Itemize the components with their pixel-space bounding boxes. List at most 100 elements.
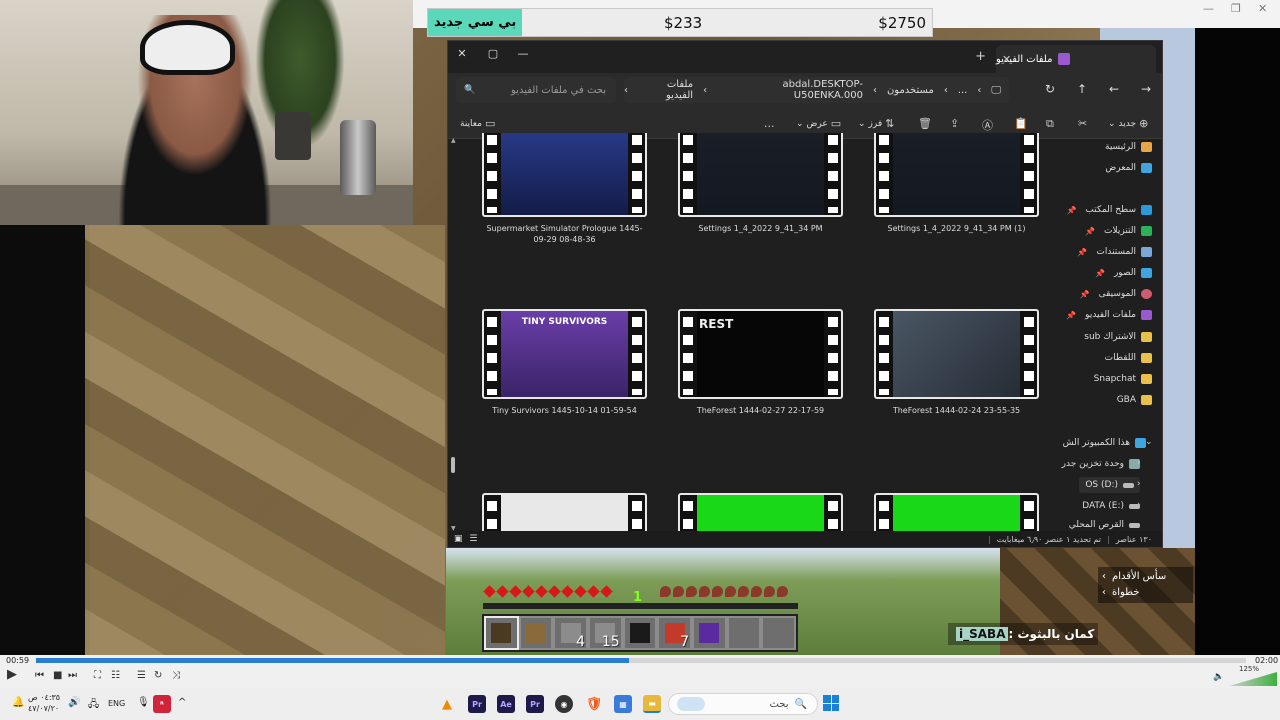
chevron-right-icon[interactable]: › <box>1137 479 1141 489</box>
settings-icon[interactable]: ☷ <box>111 670 120 681</box>
scroll-up-icon[interactable]: ▲ <box>451 137 456 144</box>
store-icon[interactable]: ▦ <box>614 695 632 713</box>
chevron-up-icon[interactable]: ^ <box>178 697 186 708</box>
brave-icon[interactable]: 🛡 <box>585 695 603 713</box>
mic-icon[interactable]: 🎙 <box>137 697 150 708</box>
sidebar-item-drive-e[interactable]: DATA (E:) <box>1082 498 1140 514</box>
view-button[interactable]: ⌄ عرض ▭ <box>796 117 841 130</box>
sort-button[interactable]: ⌄ فرز ⇅ <box>858 117 894 130</box>
hotbar-slot[interactable] <box>692 616 727 650</box>
file-item[interactable] <box>678 493 843 533</box>
sidebar-item-folder[interactable]: الاشتراك sub <box>1084 329 1152 345</box>
share-icon[interactable]: ⇪ <box>950 117 959 130</box>
after-effects-icon[interactable]: Ae <box>497 695 515 713</box>
tab-close-icon[interactable]: ✕ <box>1002 53 1011 66</box>
breadcrumb-videos[interactable]: ملفات الفيديو <box>638 79 693 101</box>
language-indicator[interactable]: ENG <box>108 699 125 708</box>
sidebar-item-gallery[interactable]: المعرض <box>1105 160 1152 176</box>
hotbar-slot[interactable] <box>518 616 554 650</box>
sidebar-item-documents[interactable]: المستندات 📌 <box>1077 244 1152 260</box>
obs-icon[interactable]: ◉ <box>555 695 573 713</box>
file-item[interactable]: REST TheForest 1444-02-27 22-17-59 <box>678 309 843 416</box>
back-arrow-icon[interactable]: → <box>1138 82 1154 96</box>
breadcrumb-user[interactable]: abdal.DESKTOP-U50ENKA.000 <box>717 79 862 101</box>
file-item[interactable]: TheForest 1444-02-24 23-55-35 <box>874 309 1039 416</box>
sidebar-item-videos[interactable]: ملفات الفيديو 📌 <box>1066 307 1152 323</box>
close-icon[interactable]: ✕ <box>1258 2 1267 15</box>
chevron-down-icon[interactable]: ⌄ <box>1145 437 1153 447</box>
breadcrumb-more[interactable]: ... <box>958 85 968 96</box>
loop-icon[interactable]: ↻ <box>154 670 162 681</box>
sidebar-item-drive-d[interactable]: OS (D:) <box>1079 477 1140 493</box>
rename-icon[interactable]: Ⓐ <box>982 117 993 133</box>
premiere-icon[interactable]: Pr <box>468 695 486 713</box>
preview-button[interactable]: معاينة ▭ <box>460 117 495 130</box>
search-input[interactable]: بحث في ملفات الفيديو 🔍 <box>456 77 616 103</box>
sidebar-item-drive[interactable]: وحدة تخزين جدر <box>1062 456 1140 472</box>
fullscreen-icon[interactable]: ⛶ <box>94 670 101 681</box>
file-item[interactable]: Settings 1_4_2022 9_41_34 PM <box>678 133 843 234</box>
sidebar-item-folder[interactable]: Snapchat <box>1094 371 1152 387</box>
sidebar-item-this-pc[interactable]: هذا الكمبيوتر الش <box>1063 435 1146 451</box>
delete-icon[interactable]: 🗑 <box>918 117 932 130</box>
clock[interactable]: ٠٤:٣٥ ص ٤٧/٠٧/٢٠ <box>28 692 60 714</box>
vlc-icon[interactable]: ▲ <box>438 695 456 713</box>
file-item[interactable]: TINY SURVIVORS Tiny Survivors 1445-10-14… <box>482 309 647 416</box>
hotbar-slot[interactable]: 7 <box>657 616 693 650</box>
cut-icon[interactable]: ✂ <box>1078 117 1087 130</box>
file-item[interactable]: Supermarket Simulator Prologue 1445-09-2… <box>482 133 647 245</box>
previous-icon[interactable]: ⏮ <box>35 670 44 681</box>
breadcrumb-users[interactable]: مستخدمون <box>887 85 934 96</box>
taskbar-search[interactable]: بحث 🔍 <box>668 693 818 715</box>
hotbar-slot[interactable] <box>726 616 762 650</box>
window-close-icon[interactable]: ✕ <box>454 47 470 60</box>
sidebar-item-local-disk[interactable]: القرص المحلي <box>1069 519 1140 531</box>
hotbar-slot[interactable] <box>761 616 797 650</box>
windows-start-icon[interactable] <box>823 695 839 711</box>
file-item[interactable] <box>874 493 1039 533</box>
sidebar-item-folder[interactable]: GBA <box>1117 392 1152 408</box>
chevron-right-icon[interactable]: › <box>1137 458 1141 468</box>
shuffle-icon[interactable]: ⤨ <box>172 670 180 681</box>
refresh-icon[interactable]: ↻ <box>1042 82 1058 96</box>
sidebar-item-desktop[interactable]: سطح المكتب 📌 <box>1066 202 1152 218</box>
maximize-icon[interactable]: ❐ <box>1231 2 1241 15</box>
minimize-icon[interactable]: — <box>1203 2 1214 15</box>
list-view-icon[interactable]: ☰ <box>469 534 477 544</box>
playlist-icon[interactable]: ☰ <box>137 670 146 681</box>
hotbar-slot[interactable]: 4 <box>553 616 589 650</box>
seek-bar[interactable] <box>36 658 1246 663</box>
network-icon[interactable]: 🖧 <box>88 697 99 714</box>
hotbar-slot[interactable]: 15 <box>588 616 623 650</box>
sidebar-item-folder[interactable]: اللقطات <box>1105 350 1152 366</box>
window-minimize-icon[interactable]: — <box>515 47 531 60</box>
notification-icon[interactable]: 🔔 <box>12 697 24 708</box>
file-item[interactable]: Settings 1_4_2022 9_41_34 PM (1) <box>874 133 1039 234</box>
copy-icon[interactable]: ⧉ <box>1046 117 1054 131</box>
volume-slider[interactable]: 🔈 125% <box>1213 665 1277 686</box>
file-explorer-icon[interactable]: ▬ <box>643 695 661 713</box>
address-bar[interactable]: 🖵 › ... › مستخدمون › abdal.DESKTOP-U50EN… <box>624 77 1009 103</box>
paste-icon[interactable]: 📋 <box>1014 117 1028 130</box>
sidebar-item-downloads[interactable]: التنزيلات 📌 <box>1085 223 1152 239</box>
new-button[interactable]: ⌄ جديد ⊕ <box>1108 117 1148 130</box>
forward-arrow-icon[interactable]: ← <box>1106 82 1122 96</box>
file-item[interactable] <box>482 493 647 533</box>
hotbar-slot[interactable] <box>622 616 658 650</box>
new-tab-icon[interactable]: + <box>975 49 986 64</box>
volume-icon[interactable]: 🔊 <box>68 697 80 708</box>
next-icon[interactable]: ⏭ <box>68 670 77 681</box>
sidebar-item-pictures[interactable]: الصور 📌 <box>1095 265 1152 281</box>
premiere-icon-2[interactable]: Pr <box>526 695 544 713</box>
window-maximize-icon[interactable]: ▢ <box>485 47 501 60</box>
more-button[interactable]: ... <box>764 117 775 130</box>
play-icon[interactable]: ▶ <box>7 667 17 682</box>
scroll-thumb[interactable] <box>451 457 455 473</box>
sidebar-item-music[interactable]: الموسيقى 📌 <box>1080 286 1152 302</box>
sidebar-item-home[interactable]: الرئيسية <box>1105 139 1152 155</box>
app-tray-icon[interactable]: ᴿ <box>153 695 171 713</box>
tab-videos[interactable]: ملفات الفيديو ✕ <box>996 45 1156 73</box>
up-arrow-icon[interactable]: ↑ <box>1074 82 1090 96</box>
chevron-right-icon[interactable]: › <box>1137 500 1141 510</box>
stop-icon[interactable]: ■ <box>53 670 62 681</box>
